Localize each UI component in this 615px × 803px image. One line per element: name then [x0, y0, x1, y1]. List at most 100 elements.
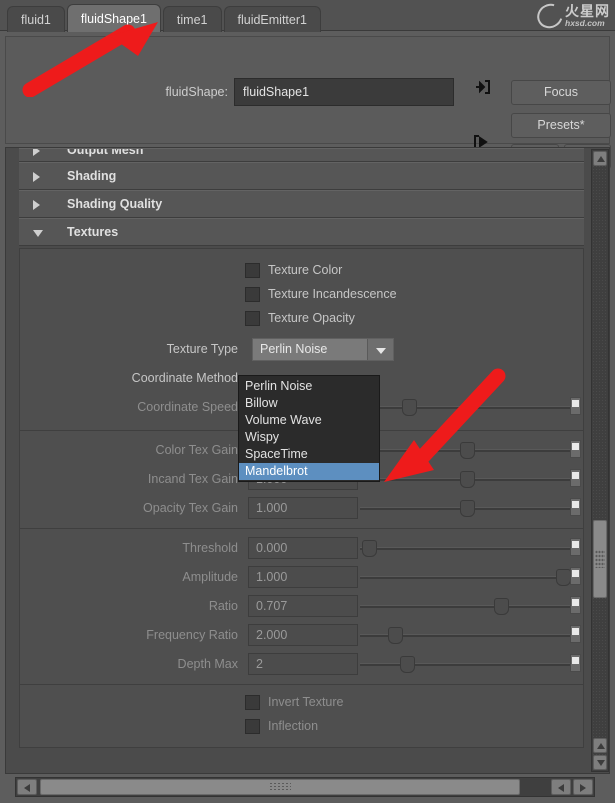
opacity-tex-gain-map-button[interactable]: [570, 498, 581, 516]
incand-tex-gain-slider[interactable]: [358, 468, 576, 490]
slider-thumb[interactable]: [494, 598, 509, 615]
tab-fluidshape1[interactable]: fluidShape1: [66, 4, 161, 32]
focus-button[interactable]: Focus: [511, 80, 611, 105]
ratio-slider[interactable]: [358, 595, 576, 617]
chevron-left-icon: [24, 784, 30, 792]
row-ratio: Ratio 0.707: [20, 592, 583, 621]
option-volume-wave[interactable]: Volume Wave: [239, 412, 379, 429]
threshold-map-button[interactable]: [570, 538, 581, 556]
row-invert-texture[interactable]: Invert Texture: [20, 691, 583, 715]
ratio-map-button[interactable]: [570, 596, 581, 614]
color-tex-gain-slider[interactable]: [358, 439, 576, 461]
textures-section-body: Texture Color Texture Incandescence Text…: [19, 248, 584, 748]
horizontal-scrollbar[interactable]: [15, 777, 595, 797]
tab-list: fluid1 fluidShape1 time1 fluidEmitter1: [7, 4, 323, 32]
presets-button[interactable]: Presets*: [511, 113, 611, 138]
slider-thumb[interactable]: [460, 500, 475, 517]
incand-tex-gain-map-button[interactable]: [570, 469, 581, 487]
amplitude-slider[interactable]: [358, 566, 576, 588]
row-texture-type: Texture Type Perlin Noise: [20, 335, 583, 364]
slider-thumb[interactable]: [362, 540, 377, 557]
texture-type-value: Perlin Noise: [260, 342, 328, 356]
frequency-ratio-label: Frequency Ratio: [146, 628, 238, 642]
invert-texture-label: Invert Texture: [268, 695, 344, 709]
slider-thumb[interactable]: [388, 627, 403, 644]
threshold-label: Threshold: [182, 541, 238, 555]
option-perlin-noise[interactable]: Perlin Noise: [239, 378, 379, 395]
depth-max-map-button[interactable]: [570, 654, 581, 672]
section-header-output-mesh[interactable]: Output Mesh: [19, 148, 584, 162]
row-amplitude: Amplitude 1.000: [20, 563, 583, 592]
texture-opacity-checkbox[interactable]: [245, 311, 260, 326]
node-name-label: fluidShape:: [165, 85, 228, 99]
arrow-into-box-icon[interactable]: [472, 77, 492, 97]
threshold-input[interactable]: 0.000: [248, 537, 358, 559]
option-mandelbrot[interactable]: Mandelbrot: [239, 463, 379, 480]
texture-opacity-label: Texture Opacity: [268, 311, 355, 325]
vertical-scrollbar[interactable]: [591, 149, 609, 772]
opacity-tex-gain-input[interactable]: 1.000: [248, 497, 358, 519]
section-header-shading[interactable]: Shading: [19, 162, 584, 190]
amplitude-map-button[interactable]: [570, 567, 581, 585]
texture-incandescence-checkbox[interactable]: [245, 287, 260, 302]
scroll-down-button[interactable]: [593, 755, 607, 770]
chevron-down-icon[interactable]: [367, 339, 393, 360]
slider-thumb[interactable]: [460, 442, 475, 459]
row-frequency-ratio: Frequency Ratio 2.000: [20, 621, 583, 650]
frequency-ratio-map-button[interactable]: [570, 625, 581, 643]
section-label-shading-quality: Shading Quality: [67, 197, 163, 211]
frequency-ratio-input[interactable]: 2.000: [248, 624, 358, 646]
chevron-up-icon: [597, 743, 605, 749]
coordinate-speed-slider[interactable]: [358, 396, 576, 418]
scroll-right-button[interactable]: [573, 779, 593, 795]
section-header-textures[interactable]: Textures: [19, 218, 584, 246]
row-texture-incandescence[interactable]: Texture Incandescence: [20, 283, 583, 307]
row-texture-color[interactable]: Texture Color: [20, 259, 583, 283]
color-tex-gain-map-button[interactable]: [570, 440, 581, 458]
opacity-tex-gain-slider[interactable]: [358, 497, 576, 519]
depth-max-slider[interactable]: [358, 653, 576, 675]
inflection-checkbox[interactable]: [245, 719, 260, 734]
texture-type-option-list[interactable]: Perlin Noise Billow Volume Wave Wispy Sp…: [238, 375, 380, 482]
node-name-input[interactable]: fluidShape1: [234, 78, 454, 106]
ratio-input[interactable]: 0.707: [248, 595, 358, 617]
watermark-cn-text: 火星网: [565, 3, 610, 20]
tab-fluidemitter1[interactable]: fluidEmitter1: [223, 6, 321, 32]
chevron-down-icon: [597, 760, 605, 766]
option-wispy[interactable]: Wispy: [239, 429, 379, 446]
scrollbar-track[interactable]: [592, 150, 608, 771]
scroll-up-button-top[interactable]: [593, 151, 607, 166]
amplitude-input[interactable]: 1.000: [248, 566, 358, 588]
invert-texture-checkbox[interactable]: [245, 695, 260, 710]
slider-thumb[interactable]: [402, 399, 417, 416]
scroll-left-button-start[interactable]: [17, 779, 37, 795]
tab-time1[interactable]: time1: [162, 6, 222, 32]
option-billow[interactable]: Billow: [239, 395, 379, 412]
row-opacity-tex-gain: Opacity Tex Gain 1.000: [20, 494, 583, 523]
attribute-scroll-area: Output Mesh Shading Shading Quality Text…: [5, 147, 610, 774]
threshold-slider[interactable]: [358, 537, 576, 559]
attribute-editor-tabbar: fluid1 fluidShape1 time1 fluidEmitter1 火…: [0, 0, 615, 33]
row-inflection[interactable]: Inflection: [20, 715, 583, 739]
slider-thumb[interactable]: [556, 569, 571, 586]
horizontal-scrollbar-thumb[interactable]: [40, 779, 520, 795]
slider-thumb[interactable]: [460, 471, 475, 488]
option-spacetime[interactable]: SpaceTime: [239, 446, 379, 463]
texture-color-checkbox[interactable]: [245, 263, 260, 278]
depth-max-input[interactable]: 2: [248, 653, 358, 675]
texture-incandescence-label: Texture Incandescence: [268, 287, 397, 301]
frequency-ratio-slider[interactable]: [358, 624, 576, 646]
hxsd-watermark-logo: 火星网 hxsd.com: [490, 0, 610, 33]
scroll-up-button[interactable]: [593, 738, 607, 753]
texture-type-dropdown[interactable]: Perlin Noise: [252, 338, 394, 361]
slider-track: [360, 547, 574, 550]
section-header-shading-quality[interactable]: Shading Quality: [19, 190, 584, 218]
tab-fluid1[interactable]: fluid1: [7, 6, 65, 32]
coordinate-speed-map-button[interactable]: [570, 397, 581, 415]
vertical-scrollbar-thumb[interactable]: [593, 520, 607, 598]
scroll-left-button[interactable]: [551, 779, 571, 795]
row-texture-opacity[interactable]: Texture Opacity: [20, 307, 583, 331]
section-label-shading: Shading: [67, 169, 117, 183]
node-header-panel: fluidShape: fluidShape1 Focus Presets* S…: [5, 36, 611, 169]
slider-thumb[interactable]: [400, 656, 415, 673]
